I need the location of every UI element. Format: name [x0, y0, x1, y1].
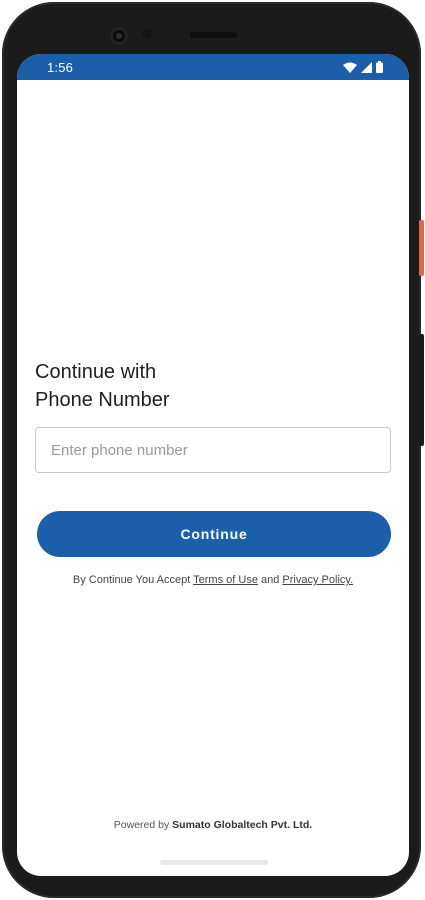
- page-title: Continue with Phone Number: [35, 358, 170, 414]
- title-line-1: Continue with: [35, 361, 157, 383]
- phone-number-input[interactable]: [35, 427, 391, 473]
- signal-icon: [361, 61, 372, 73]
- terms-and: and: [257, 574, 283, 586]
- powered-by: Powered by Sumato Globaltech Pvt. Ltd.: [17, 819, 409, 831]
- terms-prefix: By Continue You Accept: [72, 574, 194, 586]
- title-line-2: Phone Number: [35, 389, 170, 411]
- privacy-policy-link[interactable]: Privacy Policy.: [282, 574, 353, 586]
- terms-of-use-link[interactable]: Terms of Use: [193, 574, 258, 586]
- earpiece-speaker: [190, 32, 238, 38]
- home-indicator[interactable]: [160, 860, 268, 865]
- wifi-icon: [343, 62, 357, 73]
- power-button: [419, 220, 424, 276]
- volume-button: [419, 334, 424, 446]
- status-icons: [343, 61, 383, 73]
- front-camera: [110, 27, 128, 45]
- proximity-sensor: [142, 29, 152, 39]
- phone-frame: 1:56 Continue with Phone Number Continue…: [2, 2, 424, 898]
- battery-icon: [376, 61, 383, 73]
- continue-button[interactable]: Continue: [37, 511, 391, 557]
- status-bar: 1:56: [17, 54, 409, 80]
- app-screen: 1:56 Continue with Phone Number Continue…: [17, 54, 409, 876]
- status-time: 1:56: [47, 60, 74, 75]
- terms-notice: By Continue You Accept Terms of Use and …: [17, 574, 409, 586]
- powered-prefix: Powered by: [113, 819, 173, 831]
- company-name: Sumato Globaltech Pvt. Ltd.: [172, 819, 313, 831]
